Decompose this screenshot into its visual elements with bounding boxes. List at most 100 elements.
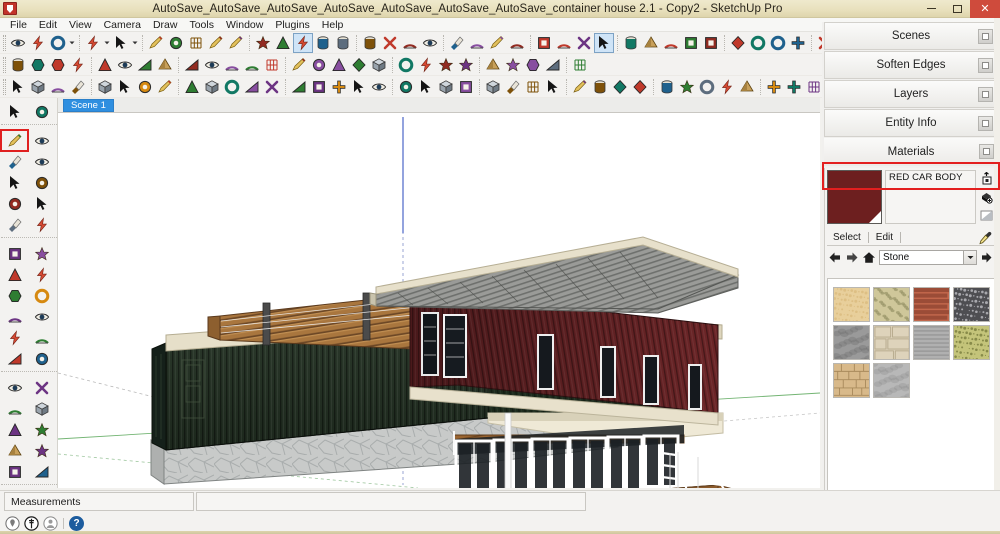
arc-tool[interactable] (83, 33, 103, 53)
gable-icon[interactable] (570, 77, 590, 97)
shape-parallelogram-icon[interactable] (309, 77, 329, 97)
arc-tool[interactable] (1, 214, 28, 235)
shadow-settings-icon[interactable] (416, 55, 436, 75)
move-tool[interactable] (186, 33, 206, 53)
previous-view-tool[interactable] (28, 419, 55, 440)
window-tool-icon[interactable] (804, 77, 824, 97)
select-arrow-tool[interactable] (1, 101, 28, 122)
create-material-button[interactable] (979, 171, 994, 186)
menu-view[interactable]: View (63, 18, 98, 32)
maximize-button[interactable] (944, 0, 970, 17)
tab-edit[interactable]: Edit (870, 230, 899, 245)
display-secondary-selection-button[interactable] (979, 208, 994, 223)
nav-forward-icon[interactable] (844, 250, 860, 266)
back-edges-icon[interactable] (28, 55, 48, 75)
mirror-x-icon[interactable] (697, 77, 717, 97)
solid-trim-icon[interactable] (467, 33, 487, 53)
dimension-tool[interactable] (273, 33, 293, 53)
push-pull-tool[interactable] (28, 243, 55, 264)
select-arrow-tool[interactable] (8, 33, 28, 53)
drape-tool[interactable] (728, 33, 748, 53)
shape-oval-icon[interactable] (289, 77, 309, 97)
arc-dropdown[interactable] (103, 33, 111, 53)
component-edit-icon[interactable] (28, 77, 48, 97)
render-icon[interactable] (610, 77, 630, 97)
three-d-text-tool[interactable] (28, 348, 55, 369)
pencil-icon[interactable] (202, 77, 222, 97)
scene-tab-scene-1[interactable]: Scene 1 (63, 99, 114, 112)
set-material-to-paint-default-button[interactable] (979, 190, 994, 205)
shaded-texture-icon[interactable] (115, 55, 135, 75)
add-detail-tool[interactable] (748, 33, 768, 53)
axes-tool[interactable] (1, 327, 28, 348)
make-component-tool[interactable] (28, 101, 55, 122)
shape-blob-icon[interactable] (416, 77, 436, 97)
shaded-icon[interactable] (95, 55, 115, 75)
styles-icon[interactable] (594, 33, 614, 53)
shape-ellipse-icon[interactable] (262, 77, 282, 97)
scene-manager-icon[interactable] (534, 33, 554, 53)
menu-plugins[interactable]: Plugins (269, 18, 315, 32)
xray-view-icon[interactable] (8, 55, 28, 75)
freehand-tool[interactable] (28, 172, 55, 193)
wireframe-icon[interactable] (48, 55, 68, 75)
container-icon[interactable] (590, 77, 610, 97)
tray-layers-collapse-button[interactable] (978, 87, 993, 102)
hide-icon[interactable] (155, 77, 175, 97)
zoom-tool[interactable] (1, 398, 28, 419)
back-view-icon[interactable] (242, 55, 262, 75)
joint-push-pull-icon[interactable] (436, 77, 456, 97)
shape-freeform-icon[interactable] (396, 77, 416, 97)
top-view-icon[interactable] (182, 55, 202, 75)
zoom-extents-tool[interactable] (380, 33, 400, 53)
push-pull-tool[interactable] (146, 33, 166, 53)
geo-location-icon[interactable] (4, 515, 20, 531)
two-point-arc-tool[interactable] (28, 214, 55, 235)
sandbox-from-contours-icon[interactable] (661, 33, 681, 53)
nav-back-icon[interactable] (827, 250, 843, 266)
section-plane-tool[interactable] (400, 33, 420, 53)
model-viewport[interactable] (58, 113, 820, 488)
tray-materials[interactable]: Materials (824, 138, 998, 166)
tab-select[interactable]: Select (827, 230, 867, 245)
minimize-button[interactable] (918, 0, 944, 17)
move-tool[interactable] (1, 243, 28, 264)
circle-tool[interactable] (1, 172, 28, 193)
rectangle-tool[interactable] (111, 33, 131, 53)
shape-rect-icon[interactable] (222, 77, 242, 97)
lock-icon[interactable] (115, 77, 135, 97)
nav-details-icon[interactable] (979, 250, 995, 266)
account-icon[interactable] (42, 515, 58, 531)
menu-tools[interactable]: Tools (183, 18, 220, 32)
measurements-input[interactable] (196, 492, 586, 511)
roof-icon[interactable] (543, 77, 563, 97)
stamp-tool[interactable] (701, 33, 721, 53)
rotate-tool[interactable] (1, 264, 28, 285)
follow-me-tool[interactable] (28, 264, 55, 285)
advanced-camera-icon[interactable] (570, 55, 590, 75)
line-dropdown[interactable] (68, 33, 76, 53)
home-icon[interactable] (523, 77, 543, 97)
eraser-tool[interactable] (28, 130, 55, 151)
right-view-icon[interactable] (222, 55, 242, 75)
menu-camera[interactable]: Camera (98, 18, 147, 32)
offset-tool[interactable] (28, 285, 55, 306)
pan-tool[interactable] (28, 377, 55, 398)
rotate-tool[interactable] (206, 33, 226, 53)
left-view-icon[interactable] (262, 55, 282, 75)
eyedropper-icon[interactable] (977, 230, 993, 246)
layer-manager-icon[interactable] (487, 33, 507, 53)
sandbox-grid-icon[interactable] (788, 33, 808, 53)
menu-window[interactable]: Window (220, 18, 269, 32)
eraser-tool[interactable] (28, 33, 48, 53)
photo-texture-icon[interactable] (483, 55, 503, 75)
section-plane-tool[interactable] (28, 461, 55, 482)
orbit-tool[interactable] (1, 377, 28, 398)
make-unique-icon[interactable] (95, 77, 115, 97)
mirror-z-icon[interactable] (677, 77, 697, 97)
protractor-tool[interactable] (28, 306, 55, 327)
geolocate-icon[interactable] (503, 55, 523, 75)
offset-tool[interactable] (313, 33, 333, 53)
soften-edges-icon[interactable] (621, 33, 641, 53)
explode-icon[interactable] (68, 77, 88, 97)
